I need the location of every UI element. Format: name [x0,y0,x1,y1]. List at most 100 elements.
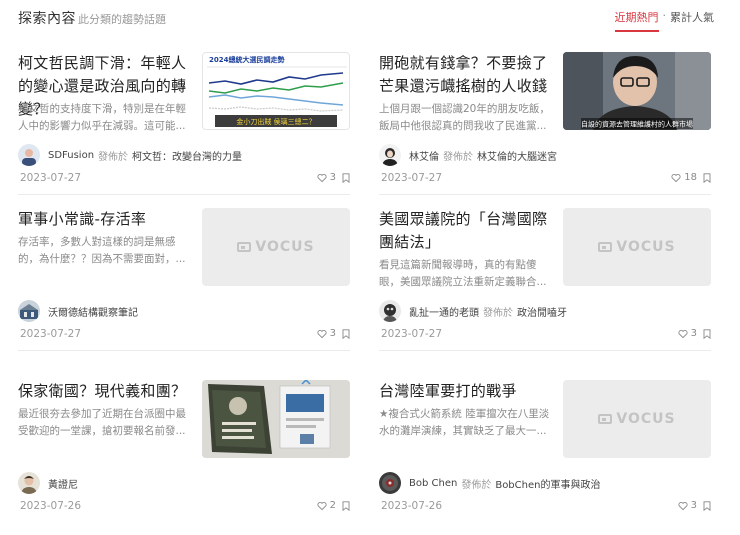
poll-chart-image: 2024總統大選民調走勢 金小刀出賊 侯璃三總二？ [203,53,349,129]
article-thumbnail[interactable]: VOCUS [563,208,711,286]
bookmark-icon[interactable] [342,328,350,339]
publication-name[interactable]: 林艾倫的大腦迷宮 [477,148,557,163]
author-name[interactable]: 沃爾德結構觀察筆記 [48,304,138,319]
tab-recent-popular[interactable]: 近期熱門 [614,9,659,32]
published-label: 發佈於 [483,307,513,319]
article-stats: 3 [678,328,711,339]
sort-separator: · [662,9,667,22]
published-label: 發佈於 [98,151,129,163]
author-row: 沃爾德結構觀察筆記 [18,300,138,322]
page-title: 探索內容 [18,11,76,27]
vocus-logo-icon [598,414,613,424]
article-excerpt: 存活率，多數人對這樣的詞是無感的，為什麼？？因為不需要面對，... [18,236,186,265]
card-divider [18,194,350,195]
author-name[interactable]: SDFusion [48,150,94,161]
article-thumbnail[interactable]: VOCUS [202,208,350,286]
article-date: 2023-07-27 [381,328,443,340]
article-title[interactable]: 台灣陸軍要打的戰爭 [379,380,555,403]
article-title[interactable]: 軍事小常識-存活率 [18,208,194,231]
bookmark-icon[interactable] [703,328,711,339]
thumbnail-caption: 金小刀出賊 侯璃三總二？ [236,117,315,126]
card-divider [379,194,711,195]
author-row: 亂扯一通的老頭 發佈於 政治閒嗑牙 [379,300,567,322]
book-photo-image [202,380,350,458]
published-label: 發佈於 [443,151,473,163]
author-avatar[interactable] [379,300,401,322]
author-name[interactable]: Bob Chen [409,478,457,489]
heart-icon[interactable] [317,329,327,339]
video-still-image: 自設的資源去管理維護村的人群市場 [563,52,711,130]
article-thumbnail[interactable]: 2024總統大選民調走勢 金小刀出賊 侯璃三總二？ [202,52,350,130]
article-date: 2023-07-26 [381,500,443,512]
author-avatar[interactable] [18,472,40,494]
publication-name[interactable]: 柯文哲：改變台灣的力量 [132,148,242,163]
author-name[interactable]: 黃證尼 [48,476,78,491]
card-divider [18,350,350,351]
author-name[interactable]: 亂扯一通的老頭 [409,304,479,319]
article-card[interactable]: 保家衛國？現代義和團？ 最近很夯去參加了近期在台派圈中最受歡迎的一堂課，搶初要報… [18,380,350,535]
vocus-logo-icon [237,242,252,252]
author-avatar[interactable] [18,300,40,322]
article-card[interactable]: 軍事小常識-存活率 存活率，多數人對這樣的詞是無感的，為什麼？？因為不需要面對，… [18,208,350,366]
article-date: 2023-07-26 [20,500,82,512]
published-label: 發佈於 [461,479,492,491]
like-count: 3 [690,328,697,339]
heart-icon[interactable] [678,329,688,339]
article-date: 2023-07-27 [381,172,443,184]
author-row: Bob Chen 發佈於 BobChen的軍事與政治 [379,472,600,494]
sort-tabs: 近期熱門 · 累計人氣 [614,9,714,32]
author-avatar[interactable] [379,144,401,166]
article-stats: 3 [317,172,350,183]
bookmark-icon[interactable] [342,500,350,511]
article-stats: 18 [671,172,711,183]
heart-icon[interactable] [678,501,688,511]
article-title[interactable]: 美國眾議院的「台灣國際團結法」 [379,208,555,254]
article-excerpt: ★複合式火箭系統 陸軍擅次在八里淡水的灘岸演練，其實缺乏了最大一... [379,408,550,437]
author-row: SDFusion 發佈於 柯文哲：改變台灣的力量 [18,144,242,166]
article-date: 2023-07-27 [20,328,82,340]
article-card[interactable]: 美國眾議院的「台灣國際團結法」 看見這篇新聞報導時，真的有點傻眼，美國眾議院立法… [379,208,711,366]
article-excerpt: 柯文哲的支持度下滑，特別是在年輕人中的影響力似乎在減弱。這可能... [18,103,186,132]
article-excerpt: 最近很夯去參加了近期在台派圈中最受歡迎的一堂課，搶初要報名前發... [18,408,186,437]
vocus-placeholder-logo: VOCUS [563,208,711,286]
article-stats: 3 [317,328,350,339]
article-title[interactable]: 開砲就有錢拿？不要撿了芒果還污衊搖樹的人收錢 [379,52,555,98]
author-avatar[interactable] [18,144,40,166]
article-card[interactable]: 開砲就有錢拿？不要撿了芒果還污衊搖樹的人收錢 上個月跟一個認識20年的朋友吃飯，… [379,52,711,210]
vocus-placeholder-logo: VOCUS [202,208,350,286]
heart-icon[interactable] [317,501,327,511]
author-row: 黃證尼 [18,472,78,494]
like-count: 2 [329,500,336,511]
author-avatar[interactable] [379,472,401,494]
chart-image-title: 2024總統大選民調走勢 [209,55,284,64]
page-subtitle: 此分類的趨勢話題 [78,13,166,26]
article-excerpt: 上個月跟一個認識20年的朋友吃飯，飯局中他很認真的問我收了民進黨... [379,103,550,132]
bookmark-icon[interactable] [703,500,711,511]
publication-name[interactable]: 政治閒嗑牙 [517,304,567,319]
vocus-logo-icon [598,242,613,252]
bookmark-icon[interactable] [342,172,350,183]
like-count: 3 [690,500,697,511]
article-thumbnail[interactable]: VOCUS [563,380,711,458]
thumbnail-caption: 自設的資源去管理維護村的人群市場 [581,120,693,129]
article-excerpt: 看見這篇新聞報導時，真的有點傻眼，美國眾議院立法重新定義聯合... [379,259,547,288]
article-card[interactable]: 柯文哲民調下滑：年輕人的變心還是政治風向的轉變？ 柯文哲的支持度下滑，特別是在年… [18,52,350,210]
author-row: 林艾倫 發佈於 林艾倫的大腦迷宮 [379,144,557,166]
article-stats: 3 [678,500,711,511]
heart-icon[interactable] [671,173,681,183]
bookmark-icon[interactable] [703,172,711,183]
article-thumbnail[interactable]: 自設的資源去管理維護村的人群市場 [563,52,711,130]
like-count: 3 [329,328,336,339]
tab-total-popularity[interactable]: 累計人氣 [670,9,714,25]
article-thumbnail[interactable] [202,380,350,458]
like-count: 18 [684,172,697,183]
article-date: 2023-07-27 [20,172,82,184]
article-title[interactable]: 保家衛國？現代義和團？ [18,380,194,403]
like-count: 3 [329,172,336,183]
publication-name[interactable]: BobChen的軍事與政治 [495,476,600,491]
article-card[interactable]: 台灣陸軍要打的戰爭 ★複合式火箭系統 陸軍擅次在八里淡水的灘岸演練，其實缺乏了最… [379,380,711,535]
vocus-placeholder-logo: VOCUS [563,380,711,458]
page-header: 探索內容 此分類的趨勢話題 近期熱門 · 累計人氣 [0,0,740,34]
author-name[interactable]: 林艾倫 [409,148,439,163]
heart-icon[interactable] [317,173,327,183]
